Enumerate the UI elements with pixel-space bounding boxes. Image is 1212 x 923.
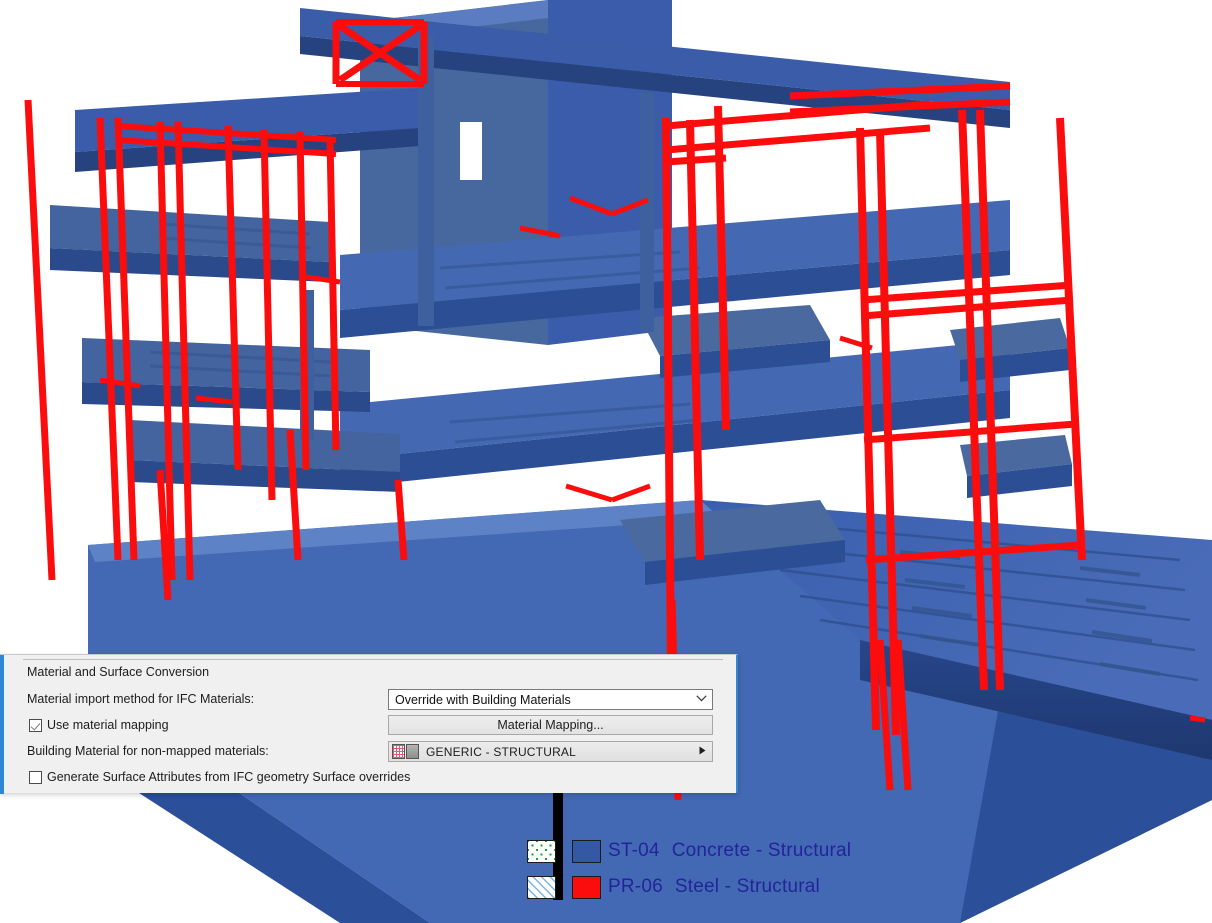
building-material-picker[interactable]: GENERIC - STRUCTURAL — [388, 741, 713, 762]
legend-code-concrete: ST-04 — [608, 840, 660, 861]
generate-surface-attributes-label: Generate Surface Attributes from IFC geo… — [47, 770, 411, 784]
legend-name-steel: Steel - Structural — [674, 876, 820, 897]
legend-name-concrete: Concrete - Structural — [671, 840, 852, 861]
use-material-mapping-row[interactable]: Use material mapping — [29, 718, 169, 732]
concrete-fill-pattern-swatch — [527, 839, 556, 863]
material-hatch-swatch-icon — [392, 744, 405, 759]
group-box-divider — [23, 659, 723, 660]
building-material-label: Building Material for non-mapped materia… — [27, 744, 269, 758]
legend-code-steel: PR-06 — [608, 876, 663, 897]
legend-label-steel: PR-06 Steel - Structural — [608, 876, 820, 898]
import-method-label: Material import method for IFC Materials… — [27, 692, 255, 706]
group-title: Material and Surface Conversion — [27, 665, 210, 679]
list-item: PR-06 Steel - Structural — [527, 872, 887, 902]
material-mapping-button[interactable]: Material Mapping... — [388, 715, 713, 735]
use-material-mapping-label: Use material mapping — [47, 718, 169, 732]
steel-fill-pattern-swatch — [527, 875, 556, 899]
panel-accent-bar — [0, 655, 4, 794]
material-surface-swatch-icon — [406, 744, 419, 759]
triangle-right-icon[interactable] — [692, 746, 712, 757]
chevron-down-icon — [690, 694, 712, 705]
steel-color-swatch — [572, 875, 601, 899]
concrete-color-swatch — [572, 839, 601, 863]
material-swatch-group — [392, 744, 419, 759]
building-material-value: GENERIC - STRUCTURAL — [426, 744, 577, 759]
application-window: ST-04 Concrete - Structural PR-06 Steel - … — [0, 0, 1212, 923]
list-item: ST-04 Concrete - Structural — [527, 836, 887, 866]
generate-surface-attributes-checkbox[interactable] — [29, 770, 42, 784]
material-legend: ST-04 Concrete - Structural PR-06 Steel - … — [527, 836, 887, 908]
generate-surface-attributes-row[interactable]: Generate Surface Attributes from IFC geo… — [29, 770, 410, 784]
legend-label-concrete: ST-04 Concrete - Structural — [608, 840, 851, 862]
import-method-select[interactable]: Override with Building Materials — [388, 689, 713, 710]
use-material-mapping-checkbox[interactable] — [29, 718, 42, 732]
import-method-value: Override with Building Materials — [395, 692, 571, 707]
